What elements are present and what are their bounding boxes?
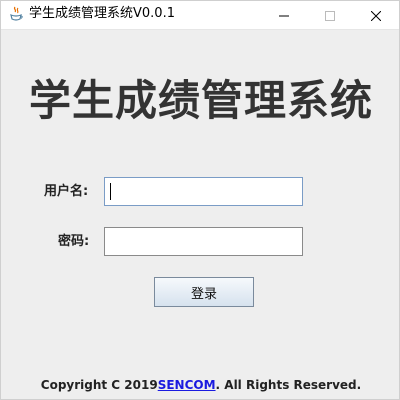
- close-icon: [370, 6, 382, 25]
- close-button[interactable]: [353, 1, 399, 29]
- minimize-icon: [279, 6, 289, 25]
- title-bar[interactable]: 学生成绩管理系统V0.0.1: [1, 1, 399, 30]
- username-label: 用户名:: [44, 184, 89, 199]
- maximize-button[interactable]: [307, 1, 353, 29]
- window-title: 学生成绩管理系统V0.0.1: [29, 6, 175, 21]
- copyright-footer: Copyright C 2019SENCOM. All Rights Reser…: [1, 378, 400, 392]
- maximize-icon: [325, 6, 335, 25]
- login-button[interactable]: 登录: [154, 277, 254, 307]
- password-label: 密码:: [58, 234, 90, 249]
- app-heading: 学生成绩管理系统: [28, 76, 373, 125]
- username-field[interactable]: [104, 177, 303, 206]
- copyright-suffix: . All Rights Reserved.: [215, 378, 362, 392]
- text-caret: [110, 183, 111, 200]
- copyright-prefix: Copyright C 2019: [40, 378, 158, 392]
- login-window: 学生成绩管理系统V0.0.1 学生成绩管理系统 用户名: 密码: 登录 Copy…: [0, 0, 400, 400]
- sencom-link[interactable]: SENCOM: [158, 378, 216, 392]
- password-field[interactable]: [104, 227, 303, 256]
- java-coffee-cup-icon: [8, 6, 24, 22]
- minimize-button[interactable]: [261, 1, 307, 29]
